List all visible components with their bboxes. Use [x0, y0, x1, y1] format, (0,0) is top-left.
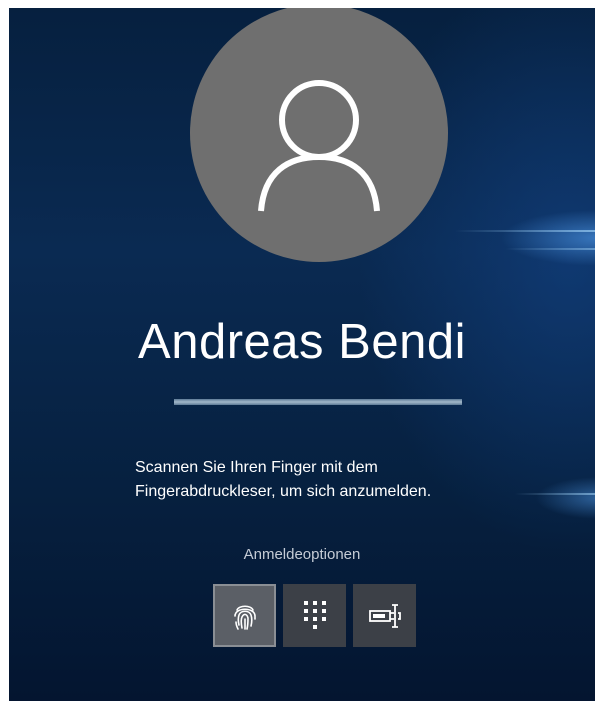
- sign-in-progress-bar: [174, 399, 462, 405]
- user-name: Andreas Bendi: [138, 315, 466, 369]
- user-avatar: [190, 8, 448, 262]
- instruction-line-2: Fingerabdruckleser, um sich anzumelden.: [135, 483, 432, 500]
- fingerprint-instruction: Scannen Sie Ihren Finger mit dem Fingera…: [135, 456, 555, 504]
- sign-in-options-link[interactable]: Anmeldeoptionen: [9, 546, 595, 563]
- fingerprint-icon: [233, 604, 256, 630]
- sign-in-options-bar: [213, 584, 416, 647]
- user-silhouette-icon: [258, 80, 380, 212]
- pin-keypad-icon: [303, 600, 326, 629]
- password-option-button[interactable]: [353, 584, 416, 647]
- light-streak: [505, 248, 595, 250]
- instruction-line-1: Scannen Sie Ihren Finger mit dem: [135, 459, 378, 476]
- password-key-icon: [368, 603, 401, 628]
- fingerprint-option-button[interactable]: [213, 584, 276, 647]
- progress-fill: [174, 399, 462, 405]
- pin-option-button[interactable]: [283, 584, 346, 647]
- lock-screen: Andreas Bendi Scannen Sie Ihren Finger m…: [9, 8, 595, 701]
- light-streak: [455, 230, 595, 232]
